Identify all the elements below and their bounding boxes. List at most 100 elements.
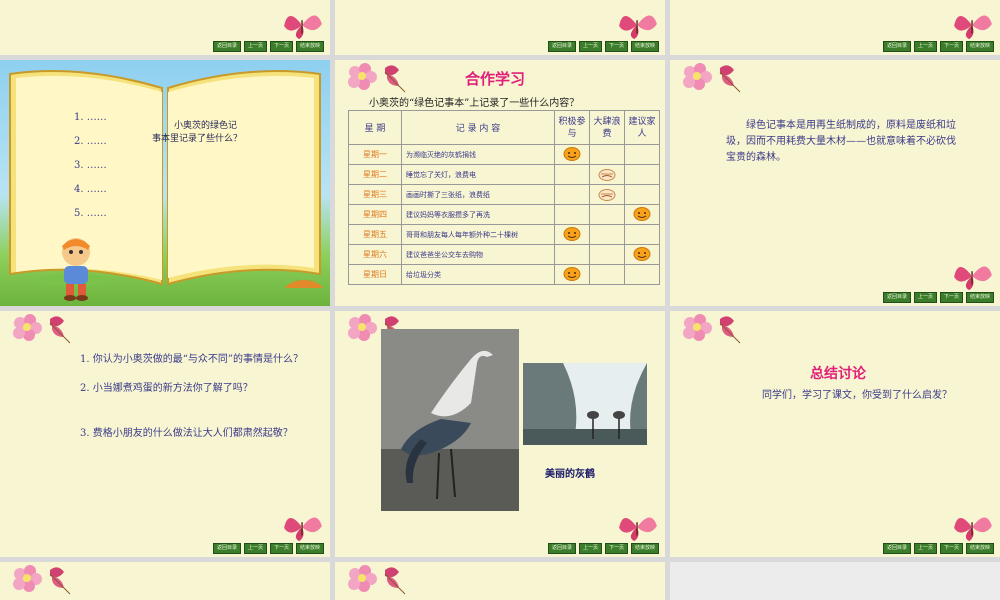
table-question: 小奥茨的“绿色记事本”上记录了一些什么内容？: [369, 98, 580, 109]
slide-thumb-1[interactable]: 返回目录 上一页 下一页 结束放映: [0, 0, 330, 55]
row-day: 星期四: [348, 204, 402, 225]
table-row: 星期五 哥哥和朋友每人每年额外种二十棵树: [348, 224, 660, 245]
nav-next-button[interactable]: 下一页: [269, 543, 293, 554]
slide-thumb-2[interactable]: 返回目录 上一页 下一页 结束放映: [335, 0, 665, 55]
table-row: 星期六 建议爸爸坐公交车去购物: [348, 244, 660, 265]
row-mark-cell: [624, 244, 660, 265]
row-day: 星期日: [348, 264, 402, 285]
nav-prev-button[interactable]: 上一页: [913, 41, 937, 52]
row-day: 星期五: [348, 224, 402, 245]
slide-thumb-book[interactable]: 1. …… 2. …… 3. …… 4. …… 5. …… 小奥茨的绿色记 事本…: [0, 60, 330, 306]
row-mark-cell: [624, 144, 660, 165]
nav-end-button[interactable]: 结束放映: [295, 41, 324, 52]
nav-toc-button[interactable]: 返回目录: [882, 292, 911, 303]
row-day: 星期三: [348, 184, 402, 205]
row-mark-cell: [589, 224, 625, 245]
row-content: 建议爸爸坐公交车去购物: [401, 244, 555, 265]
nav-next-button[interactable]: 下一页: [939, 292, 963, 303]
open-book-illustration: [9, 70, 323, 288]
nav-prev-button[interactable]: 上一页: [578, 543, 602, 554]
slide-thumb-questions[interactable]: 1. 你认为小奥茨做的最“与众不同”的事情是什么？ 2. 小当娜煮鸡蛋的新方法你…: [0, 311, 330, 557]
row-mark-cell: [624, 184, 660, 205]
nav-prev-button[interactable]: 上一页: [243, 543, 267, 554]
nav-bar: 返回目录 上一页 下一页 结束放映: [882, 41, 994, 52]
row-day: 星期二: [348, 164, 402, 185]
nav-toc-button[interactable]: 返回目录: [212, 41, 241, 52]
butterfly-icon: [953, 14, 993, 40]
nav-next-button[interactable]: 下一页: [604, 543, 628, 554]
header-suggest: 建议家人: [624, 110, 660, 145]
row-mark-cell: [624, 264, 660, 285]
row-mark-cell: [589, 264, 625, 285]
waste-face-icon: [598, 168, 616, 181]
smile-face-icon: [563, 146, 581, 161]
slide-thumb-table[interactable]: 合作学习 小奥茨的“绿色记事本”上记录了一些什么内容？ 星 期 记 录 内 容 …: [335, 60, 665, 306]
waterfall-photo: [523, 363, 647, 445]
nav-toc-button[interactable]: 返回目录: [547, 543, 576, 554]
table-row: 星期一 为濒临灭绝的灰鹤捐钱: [348, 144, 660, 165]
butterfly-icon: [953, 516, 993, 542]
row-mark-cell: [554, 264, 590, 285]
row-mark-cell: [589, 184, 625, 205]
nav-prev-button[interactable]: 上一页: [913, 543, 937, 554]
nav-end-button[interactable]: 结束放映: [965, 41, 994, 52]
smile-face-icon: [633, 246, 651, 261]
book-question-line2: 事本里记录了些什么？: [152, 134, 243, 144]
slide-thumb-11[interactable]: [335, 562, 665, 600]
nav-bar: 返回目录 上一页 下一页 结束放映: [882, 292, 994, 303]
row-content: 给垃圾分类: [401, 264, 555, 285]
butterfly-icon: [618, 14, 658, 40]
crane-photo: [381, 329, 519, 511]
row-mark-cell: [589, 164, 625, 185]
nav-prev-button[interactable]: 上一页: [243, 41, 267, 52]
nav-toc-button[interactable]: 返回目录: [882, 41, 911, 52]
nav-toc-button[interactable]: 返回目录: [547, 41, 576, 52]
slide-thumb-note[interactable]: 绿色记事本是用再生纸制成的，原料是废纸和垃圾，因而不用耗费大量木材——也就意味着…: [670, 60, 1000, 306]
nav-next-button[interactable]: 下一页: [939, 543, 963, 554]
nav-next-button[interactable]: 下一页: [939, 41, 963, 52]
flower-icon: [682, 62, 741, 93]
smile-face-icon: [563, 266, 581, 281]
nav-end-button[interactable]: 结束放映: [965, 543, 994, 554]
row-mark-cell: [589, 144, 625, 165]
row-content: 睡觉忘了关灯，浪费电: [401, 164, 555, 185]
slide-thumb-summary[interactable]: 总结讨论 同学们，学习了课文，你受到了什么启发？ 返回目录 上一页 下一页 结束…: [670, 311, 1000, 557]
table-row: 星期三 画画时撕了三张纸，浪费纸: [348, 184, 660, 205]
question-1: 1. 你认为小奥茨做的最“与众不同”的事情是什么？: [80, 354, 303, 365]
slide-title: 总结讨论: [810, 366, 866, 382]
question-3: 3. 费格小朋友的什么做法让大人们都肃然起敬？: [80, 428, 293, 439]
slide-thumb-crane[interactable]: 美丽的灰鹤 返回目录 上一页 下一页 结束放映: [335, 311, 665, 557]
nav-next-button[interactable]: 下一页: [604, 41, 628, 52]
row-mark-cell: [624, 224, 660, 245]
summary-text: 同学们，学习了课文，你受到了什么启发？: [762, 390, 952, 401]
nav-end-button[interactable]: 结束放映: [630, 41, 659, 52]
flower-icon: [12, 313, 71, 344]
nav-toc-button[interactable]: 返回目录: [212, 543, 241, 554]
row-mark-cell: [554, 204, 590, 225]
header-content: 记 录 内 容: [401, 110, 555, 145]
butterfly-icon: [618, 516, 658, 542]
row-day: 星期一: [348, 144, 402, 165]
row-mark-cell: [554, 224, 590, 245]
row-mark-cell: [624, 164, 660, 185]
nav-toc-button[interactable]: 返回目录: [882, 543, 911, 554]
list-item: 5. ……: [74, 208, 107, 219]
list-item: 2. ……: [74, 136, 107, 147]
nav-prev-button[interactable]: 上一页: [913, 292, 937, 303]
flower-icon: [12, 564, 71, 595]
nav-prev-button[interactable]: 上一页: [578, 41, 602, 52]
table-row: 星期日 给垃圾分类: [348, 264, 660, 285]
nav-next-button[interactable]: 下一页: [269, 41, 293, 52]
nav-end-button[interactable]: 结束放映: [630, 543, 659, 554]
nav-bar: 返回目录 上一页 下一页 结束放映: [882, 543, 994, 554]
nav-end-button[interactable]: 结束放映: [295, 543, 324, 554]
slide-thumb-10[interactable]: [0, 562, 330, 600]
flower-icon: [682, 313, 741, 344]
header-waste: 大肆浪费: [589, 110, 625, 145]
cartoon-child-icon: [62, 238, 90, 301]
header-day: 星 期: [348, 110, 402, 145]
nav-end-button[interactable]: 结束放映: [965, 292, 994, 303]
list-item: 4. ……: [74, 184, 107, 195]
slide-thumb-3[interactable]: 返回目录 上一页 下一页 结束放映: [670, 0, 1000, 55]
row-day: 星期六: [348, 244, 402, 265]
